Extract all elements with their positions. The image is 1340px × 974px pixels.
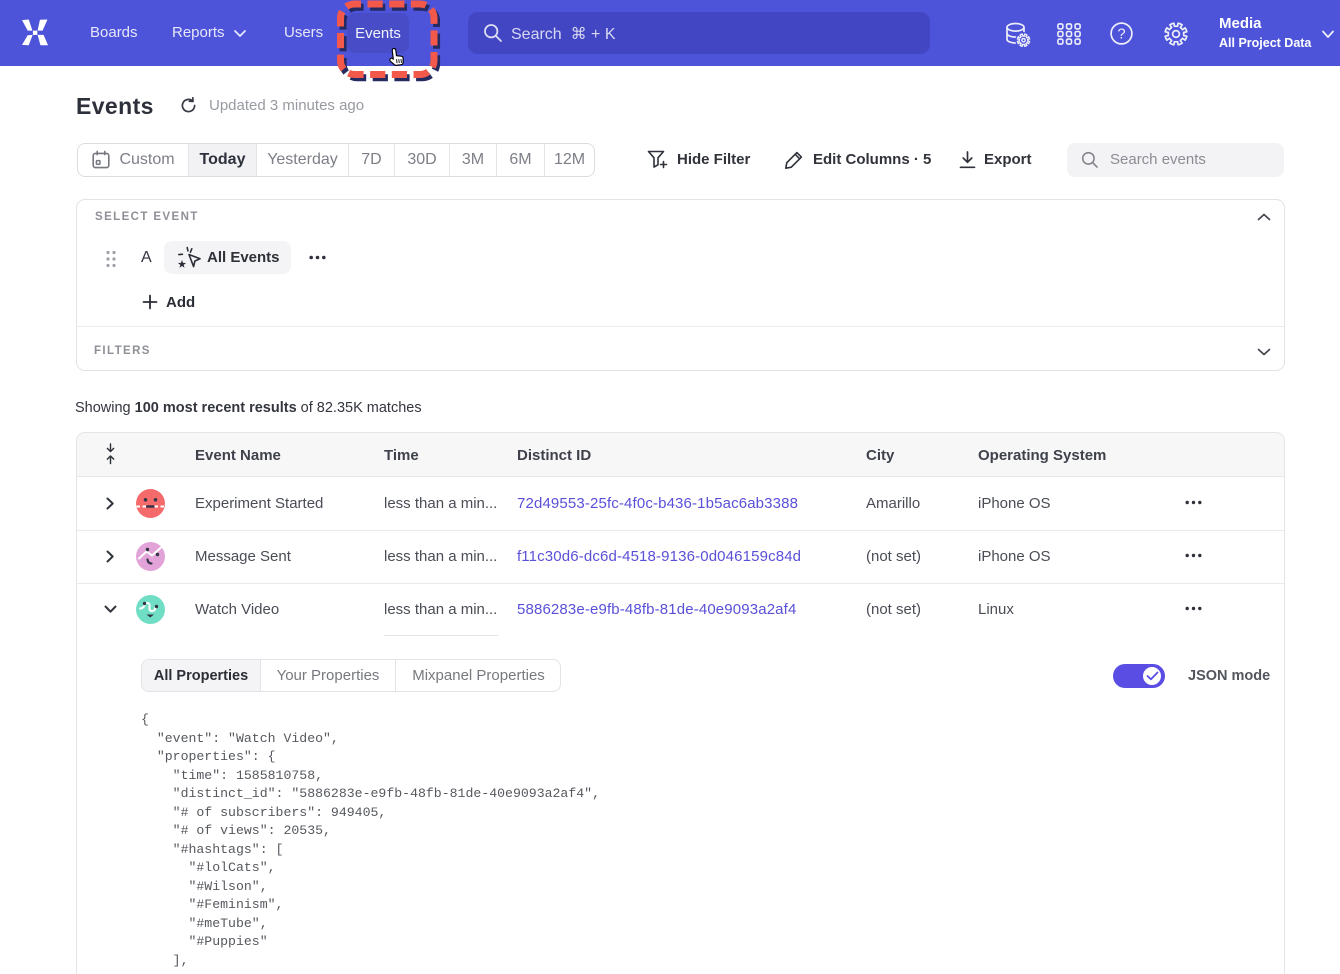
svg-text:?: ? — [1117, 27, 1125, 43]
